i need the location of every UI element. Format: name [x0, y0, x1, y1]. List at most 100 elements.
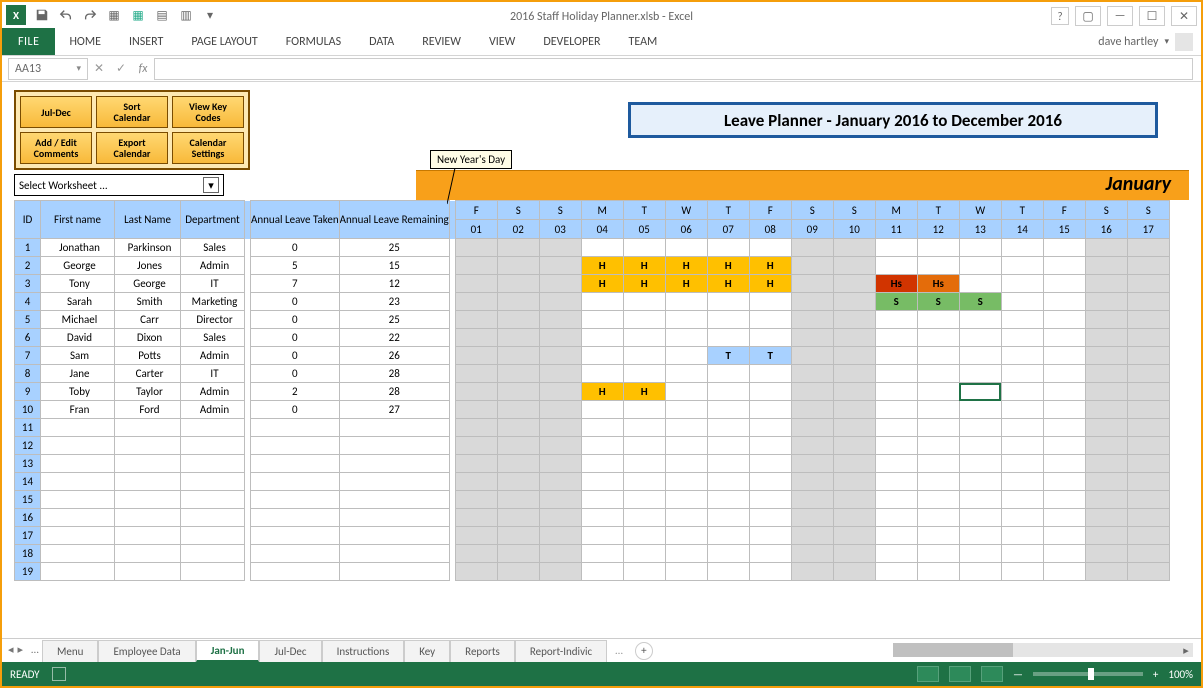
day-cell[interactable]: [1001, 473, 1043, 491]
first-name-cell[interactable]: Sam: [41, 347, 115, 365]
day-cell[interactable]: [1001, 563, 1043, 581]
day-cell[interactable]: [539, 347, 581, 365]
day-cell[interactable]: [539, 239, 581, 257]
day-cell[interactable]: [833, 239, 875, 257]
leave-remaining-cell[interactable]: 23: [339, 293, 449, 311]
department-cell[interactable]: Admin: [181, 257, 245, 275]
day-cell[interactable]: [875, 473, 917, 491]
department-cell[interactable]: Sales: [181, 329, 245, 347]
day-cell[interactable]: [455, 257, 497, 275]
first-name-cell[interactable]: Tony: [41, 275, 115, 293]
qa-dropdown-icon[interactable]: ▾: [198, 4, 222, 26]
first-name-cell[interactable]: Jonathan: [41, 239, 115, 257]
day-cell[interactable]: [1001, 257, 1043, 275]
day-cell[interactable]: [623, 419, 665, 437]
day-cell[interactable]: [749, 383, 791, 401]
day-cell[interactable]: [749, 401, 791, 419]
day-cell[interactable]: [581, 527, 623, 545]
day-cell[interactable]: [707, 491, 749, 509]
day-cell[interactable]: [1085, 329, 1127, 347]
day-cell[interactable]: [581, 473, 623, 491]
day-cell[interactable]: [1127, 563, 1169, 581]
last-name-cell[interactable]: Taylor: [115, 383, 181, 401]
day-cell[interactable]: [1001, 455, 1043, 473]
day-cell[interactable]: [455, 311, 497, 329]
day-cell[interactable]: [497, 473, 539, 491]
day-cell[interactable]: [707, 365, 749, 383]
day-cell[interactable]: [1001, 311, 1043, 329]
calendar-settings-button[interactable]: Calendar Settings: [172, 132, 244, 164]
day-cell[interactable]: [707, 437, 749, 455]
day-cell[interactable]: [791, 347, 833, 365]
day-cell[interactable]: [833, 275, 875, 293]
day-cell[interactable]: [1085, 239, 1127, 257]
fx-icon[interactable]: fx: [132, 58, 154, 80]
day-cell[interactable]: [1085, 473, 1127, 491]
ribbon-tab-formulas[interactable]: FORMULAS: [272, 28, 355, 55]
sheet-tab-key[interactable]: Key: [404, 640, 450, 662]
day-cell[interactable]: [959, 311, 1001, 329]
day-cell[interactable]: [1085, 257, 1127, 275]
day-cell[interactable]: [1001, 239, 1043, 257]
ribbon-tab-review[interactable]: REVIEW: [408, 28, 475, 55]
day-cell[interactable]: [917, 509, 959, 527]
day-cell[interactable]: [707, 329, 749, 347]
leave-remaining-cell[interactable]: 26: [339, 347, 449, 365]
day-cell[interactable]: [833, 257, 875, 275]
day-cell[interactable]: [497, 437, 539, 455]
day-cell[interactable]: [1043, 545, 1085, 563]
day-cell[interactable]: [833, 545, 875, 563]
maximize-button[interactable]: ☐: [1139, 6, 1165, 26]
sheet-tab-menu[interactable]: Menu: [42, 640, 98, 662]
day-cell[interactable]: [833, 293, 875, 311]
help-icon[interactable]: ?: [1051, 7, 1069, 25]
day-cell[interactable]: [665, 365, 707, 383]
day-cell[interactable]: [539, 383, 581, 401]
day-cell[interactable]: [791, 275, 833, 293]
day-cell[interactable]: [959, 365, 1001, 383]
day-cell[interactable]: [497, 545, 539, 563]
leave-taken-cell[interactable]: 0: [251, 365, 340, 383]
sort-calendar-button[interactable]: Sort Calendar: [96, 96, 168, 128]
day-cell[interactable]: [749, 293, 791, 311]
scroll-right-icon[interactable]: ▸: [1179, 643, 1193, 657]
leave-remaining-cell[interactable]: 15: [339, 257, 449, 275]
leave-grid[interactable]: IDFirst nameLast NameDepartmentAnnual Le…: [14, 200, 1170, 581]
day-cell[interactable]: [455, 527, 497, 545]
day-cell[interactable]: [917, 437, 959, 455]
redo-icon[interactable]: [78, 4, 102, 26]
ribbon-tab-data[interactable]: DATA: [355, 28, 408, 55]
add-sheet-button[interactable]: +: [635, 642, 653, 660]
day-cell[interactable]: [875, 437, 917, 455]
day-cell[interactable]: [623, 473, 665, 491]
day-cell[interactable]: [1043, 473, 1085, 491]
day-cell[interactable]: H: [749, 275, 791, 293]
day-cell[interactable]: [623, 509, 665, 527]
day-cell[interactable]: [623, 527, 665, 545]
row-id[interactable]: 12: [15, 437, 41, 455]
formula-input[interactable]: [154, 58, 1193, 80]
day-cell[interactable]: [1043, 455, 1085, 473]
view-key-codes-button[interactable]: View Key Codes: [172, 96, 244, 128]
last-name-cell[interactable]: Carr: [115, 311, 181, 329]
day-cell[interactable]: [497, 509, 539, 527]
day-cell[interactable]: [875, 239, 917, 257]
leave-remaining-cell[interactable]: 25: [339, 239, 449, 257]
day-cell[interactable]: [1043, 365, 1085, 383]
day-cell[interactable]: [1127, 509, 1169, 527]
first-name-cell[interactable]: Michael: [41, 311, 115, 329]
day-cell[interactable]: [833, 491, 875, 509]
day-cell[interactable]: H: [623, 275, 665, 293]
last-name-cell[interactable]: Ford: [115, 401, 181, 419]
day-cell[interactable]: [833, 365, 875, 383]
leave-remaining-cell[interactable]: 25: [339, 311, 449, 329]
day-cell[interactable]: [665, 401, 707, 419]
day-cell[interactable]: [1001, 419, 1043, 437]
day-cell[interactable]: [707, 473, 749, 491]
day-cell[interactable]: [875, 347, 917, 365]
ribbon-tab-team[interactable]: TEAM: [615, 28, 672, 55]
row-id[interactable]: 4: [15, 293, 41, 311]
day-cell[interactable]: [749, 455, 791, 473]
qa-icon[interactable]: ▦: [102, 4, 126, 26]
row-id[interactable]: 11: [15, 419, 41, 437]
